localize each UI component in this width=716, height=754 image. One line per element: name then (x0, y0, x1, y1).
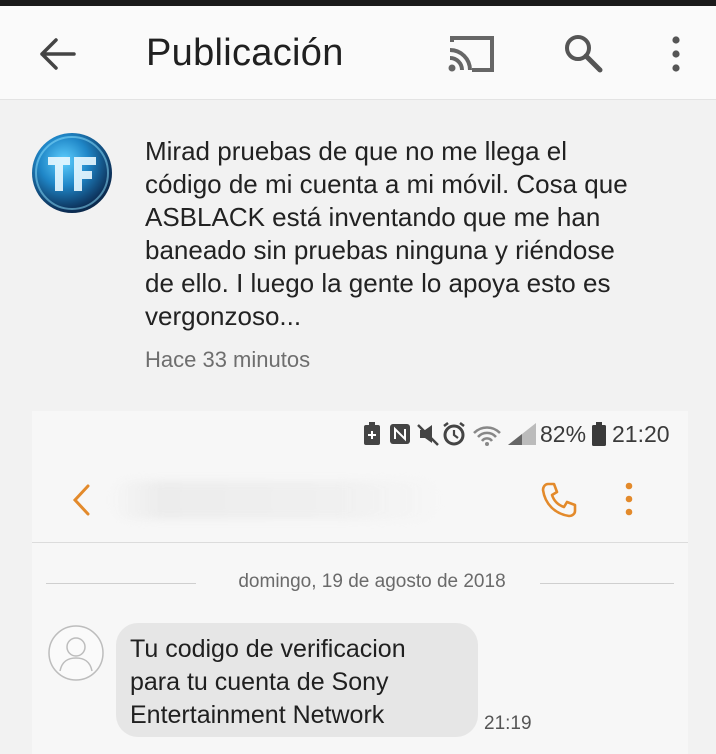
phone-icon[interactable] (540, 481, 578, 519)
post-line: baneado sin pruebas ninguna y riéndose (145, 235, 615, 265)
battery-saver-icon (364, 422, 380, 445)
status-icons (364, 422, 536, 446)
alarm-icon (443, 422, 465, 446)
message-line: Tu codigo de verificacion (130, 635, 406, 663)
battery-percent: 82% (540, 421, 587, 447)
more-vert-icon[interactable] (664, 32, 688, 76)
more-vert-icon[interactable] (622, 481, 636, 517)
divider (540, 583, 674, 584)
wifi-icon (473, 426, 501, 446)
arrow-back-icon[interactable] (30, 34, 82, 74)
post-line: vergonzoso... (145, 301, 302, 331)
chevron-left-icon[interactable] (70, 483, 94, 517)
post-line: Mirad pruebas de que no me llega el (145, 136, 568, 166)
post-timestamp: Hace 33 minutos (145, 347, 311, 372)
avatar-logo-icon (35, 136, 109, 210)
status-clock: 21:20 (612, 421, 670, 447)
post-line: ASBLACK está inventando que me han (145, 202, 601, 232)
post-line: código de mi cuenta a mi móvil. Cosa que (145, 169, 628, 199)
contact-name-blurred (110, 481, 440, 519)
date-separator: domingo, 19 de agosto de 2018 (46, 571, 674, 595)
message-bubble[interactable]: Tu codigo de verificacion para tu cuenta… (116, 623, 478, 737)
divider (46, 583, 196, 584)
page-title: Publicación (146, 32, 344, 74)
signal-icon (508, 423, 536, 445)
contact-avatar-icon (48, 625, 104, 681)
messages-header (32, 457, 688, 543)
post-body: Mirad pruebas de que no me llega el códi… (145, 135, 701, 333)
app-bar: Publicación (0, 6, 716, 100)
post: Mirad pruebas de que no me llega el códi… (0, 101, 716, 411)
profile-avatar[interactable] (32, 133, 112, 213)
message-time: 21:19 (484, 713, 532, 734)
attached-screenshot[interactable]: 82% 21:20 domingo, 19 de agosto de 2018 … (32, 411, 688, 754)
battery-icon (592, 422, 606, 446)
search-icon[interactable] (562, 32, 604, 74)
cast-icon[interactable] (446, 34, 496, 74)
message-line: para tu cuenta de Sony (130, 668, 389, 696)
nfc-icon (390, 424, 410, 444)
phone-status-bar: 82% 21:20 (32, 411, 688, 457)
message-line: Entertainment Network (130, 701, 385, 729)
post-line: de ello. I luego la gente lo apoya esto … (145, 268, 611, 298)
mute-icon (417, 424, 439, 446)
date-label: domingo, 19 de agosto de 2018 (238, 571, 506, 592)
